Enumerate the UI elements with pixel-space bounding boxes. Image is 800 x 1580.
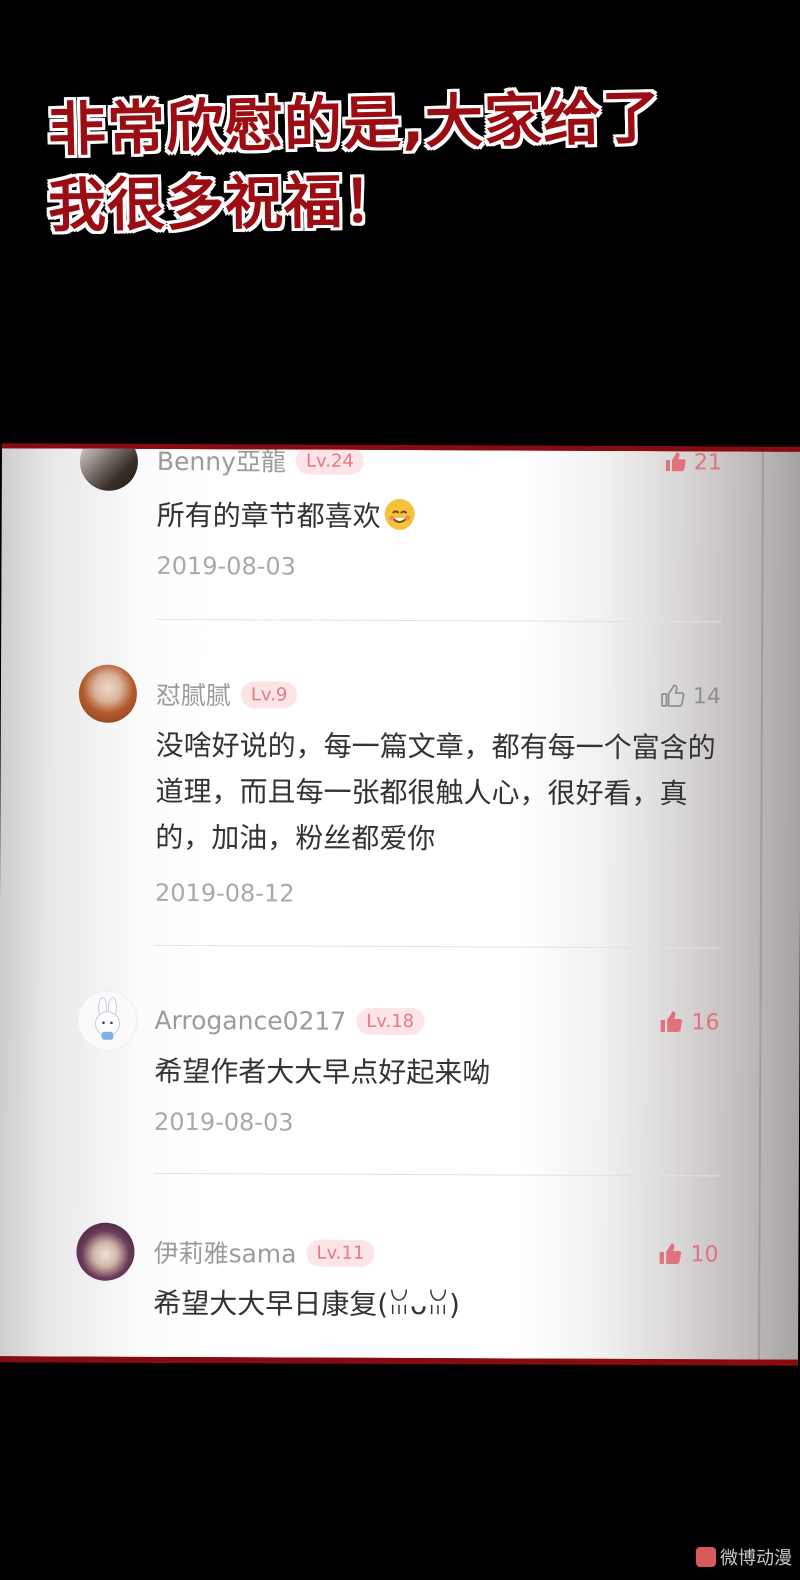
divider xyxy=(154,944,720,949)
level-badge: Lv.24 xyxy=(295,447,364,475)
weibo-comic-logo-icon xyxy=(696,1547,716,1567)
avatar[interactable] xyxy=(79,443,139,491)
caption-line-2: 我很多祝福！ xyxy=(47,167,403,240)
comment-header: Arrogance0217 Lv.18 xyxy=(154,1003,425,1038)
caption-line-1: 非常欣慰的是,大家给了 xyxy=(47,83,662,164)
thumbs-up-outline-icon xyxy=(661,684,685,707)
watermark: 微博动漫 xyxy=(696,1544,792,1570)
smiling-face-emoji-icon xyxy=(384,498,415,530)
comment-text: 希望作者大大早点好起来呦 xyxy=(154,1054,491,1090)
level-badge: Lv.18 xyxy=(356,1007,425,1035)
comment-date: 2019-08-03 xyxy=(153,1107,294,1137)
like-count: 10 xyxy=(690,1241,719,1267)
comment-header: 伊莉雅sama Lv.11 xyxy=(153,1234,375,1271)
comment-item: 伊莉雅sama Lv.11 10 希望大大早日康复(ꈍᴗꈍ) xyxy=(0,1222,799,1321)
like-button[interactable]: 10 xyxy=(656,1237,719,1271)
avatar[interactable] xyxy=(76,1222,135,1281)
comment-text: 所有的章节都喜欢 xyxy=(157,493,737,542)
divider xyxy=(156,618,722,623)
page-edge-shadow xyxy=(758,451,764,1360)
comment-header: Benny亞龍 Lv.24 xyxy=(157,443,364,478)
username[interactable]: Arrogance0217 xyxy=(154,1005,346,1035)
username[interactable]: 怼腻腻 xyxy=(156,676,231,712)
bunny-avatar-icon xyxy=(94,997,120,1040)
comment-text: 没啥好说的，每一篇文章，都有每一个富含的道理，而且每一张都很触人心，很好看，真的… xyxy=(155,728,716,856)
comment-text: 希望大大早日康复(ꈍᴗꈍ) xyxy=(153,1286,461,1322)
avatar[interactable] xyxy=(78,664,138,723)
comment-header: 怼腻腻 Lv.9 xyxy=(156,677,298,712)
thumbs-up-filled-icon xyxy=(659,1243,682,1264)
caption: 非常欣慰的是,大家给了 我很多祝福！ xyxy=(47,83,768,244)
level-badge: Lv.11 xyxy=(306,1239,375,1267)
like-button[interactable]: 16 xyxy=(657,1005,720,1039)
like-button[interactable]: 21 xyxy=(664,445,722,479)
avatar[interactable] xyxy=(77,990,138,1051)
comment-date: 2019-08-12 xyxy=(154,878,295,908)
like-count: 16 xyxy=(691,1009,720,1035)
divider xyxy=(153,1172,719,1177)
username[interactable]: 伊莉雅sama xyxy=(153,1234,296,1271)
like-count: 21 xyxy=(693,449,722,475)
username[interactable]: Benny亞龍 xyxy=(157,443,286,478)
thumbs-up-filled-icon xyxy=(660,1011,683,1032)
comment-item: 怼腻腻 Lv.9 14 没啥好说的，每一篇文章，都有每一个富含的道理，而且每一张… xyxy=(1,664,800,949)
level-badge: Lv.9 xyxy=(240,680,298,709)
thumbs-up-filled-icon xyxy=(665,452,686,472)
comment-date: 2019-08-03 xyxy=(156,551,297,581)
comments-screenshot-panel: Benny亞龍 Lv.24 21 所有的章节都喜欢 2019-08-03 怼腻腻… xyxy=(0,443,800,1366)
comment-item: Arrogance0217 Lv.18 16 希望作者大大早点好起来呦 2019… xyxy=(0,990,800,1177)
like-count: 14 xyxy=(692,683,721,709)
watermark-text: 微博动漫 xyxy=(720,1548,792,1569)
like-button[interactable]: 14 xyxy=(659,679,721,713)
comment-item: Benny亞龍 Lv.24 21 所有的章节都喜欢 2019-08-03 xyxy=(2,443,800,623)
